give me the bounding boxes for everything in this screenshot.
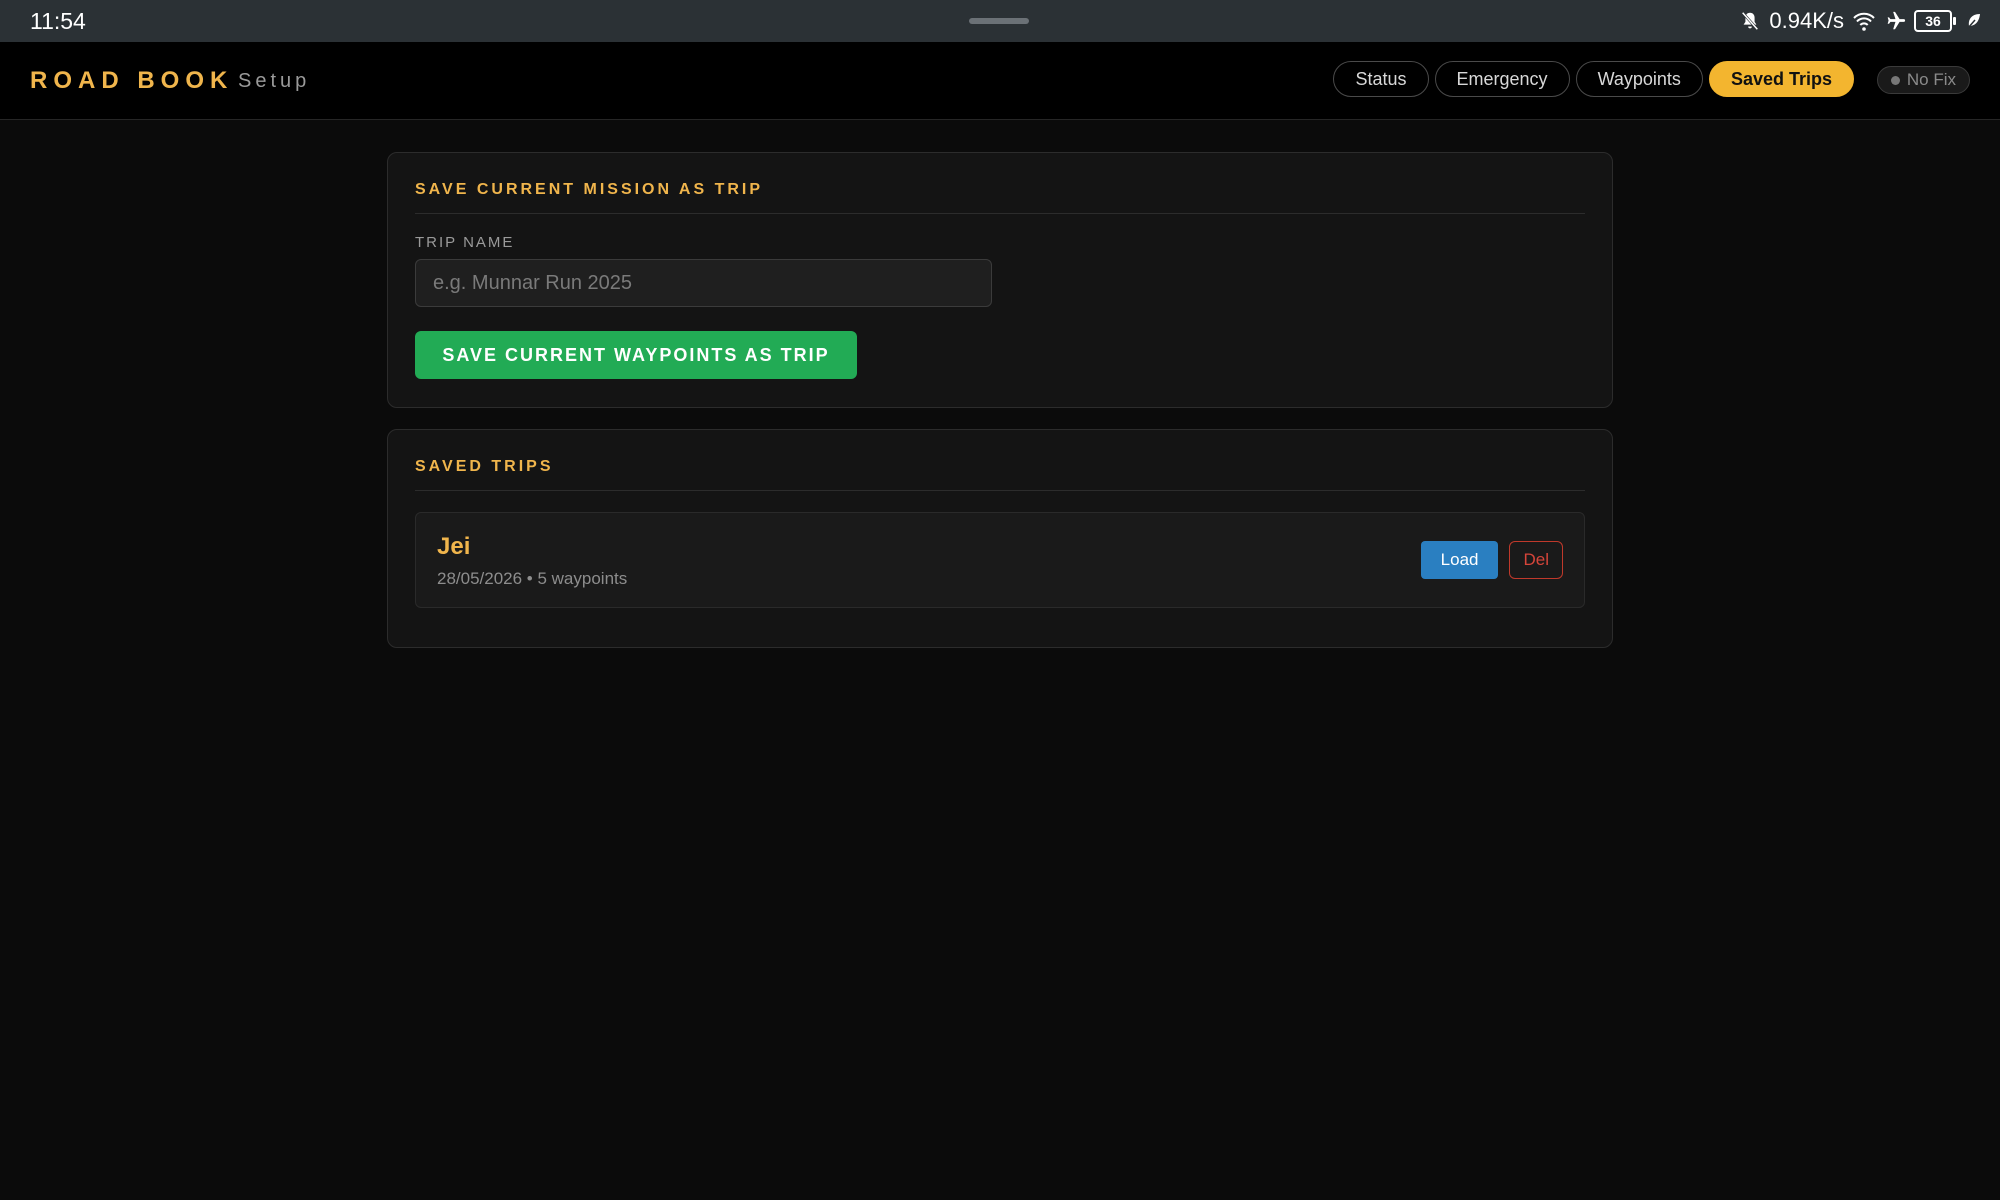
net-speed: 0.94K/s — [1769, 8, 1844, 33]
airplane-icon — [1884, 10, 1906, 32]
tab-emergency[interactable]: Emergency — [1434, 61, 1570, 97]
main-nav: Status Emergency Waypoints Saved Trips — [1333, 61, 1854, 97]
wifi-icon — [1852, 10, 1876, 32]
saved-trips-title: SAVED TRIPS — [415, 430, 1585, 491]
tab-waypoints[interactable]: Waypoints — [1575, 61, 1703, 97]
trip-name-input[interactable] — [415, 259, 992, 307]
save-trip-card: SAVE CURRENT MISSION AS TRIP TRIP NAME S… — [387, 152, 1613, 408]
trip-meta: 28/05/2026 • 5 waypoints — [437, 569, 628, 588]
trip-list-item: Jei 28/05/2026 • 5 waypoints Load Del — [415, 512, 1585, 608]
saved-trips-card: SAVED TRIPS Jei 28/05/2026 • 5 waypoints… — [387, 429, 1613, 648]
system-indicators: 0.94K/s 36 — [1739, 6, 1982, 36]
app-title: ROAD BOOK — [30, 67, 234, 94]
leaf-icon — [1966, 12, 1982, 30]
gps-status-label: No Fix — [1906, 70, 1956, 89]
battery-icon: 36 — [1914, 10, 1956, 32]
app-header: ROAD BOOK Setup Status Emergency Waypoin… — [0, 42, 2000, 120]
tab-saved-trips[interactable]: Saved Trips — [1708, 61, 1854, 97]
trip-name-label: TRIP NAME — [415, 234, 515, 251]
clock: 11:54 — [30, 8, 86, 34]
system-status-bar: 11:54 0.94K/s 36 — [0, 0, 2000, 42]
trip-name: Jei — [437, 533, 471, 560]
save-trip-button[interactable]: SAVE CURRENT WAYPOINTS AS TRIP — [415, 331, 857, 379]
gps-status-dot — [1890, 75, 1900, 85]
tab-status[interactable]: Status — [1333, 61, 1429, 97]
save-trip-title: SAVE CURRENT MISSION AS TRIP — [415, 153, 1585, 214]
delete-trip-button[interactable]: Del — [1509, 541, 1563, 579]
gps-status-badge: No Fix — [1876, 66, 1970, 94]
bell-off-icon — [1739, 10, 1761, 32]
drag-handle[interactable] — [969, 18, 1029, 24]
page-subtitle: Setup — [238, 70, 311, 92]
load-trip-button[interactable]: Load — [1420, 541, 1499, 579]
trip-actions: Load Del — [1420, 541, 1563, 579]
